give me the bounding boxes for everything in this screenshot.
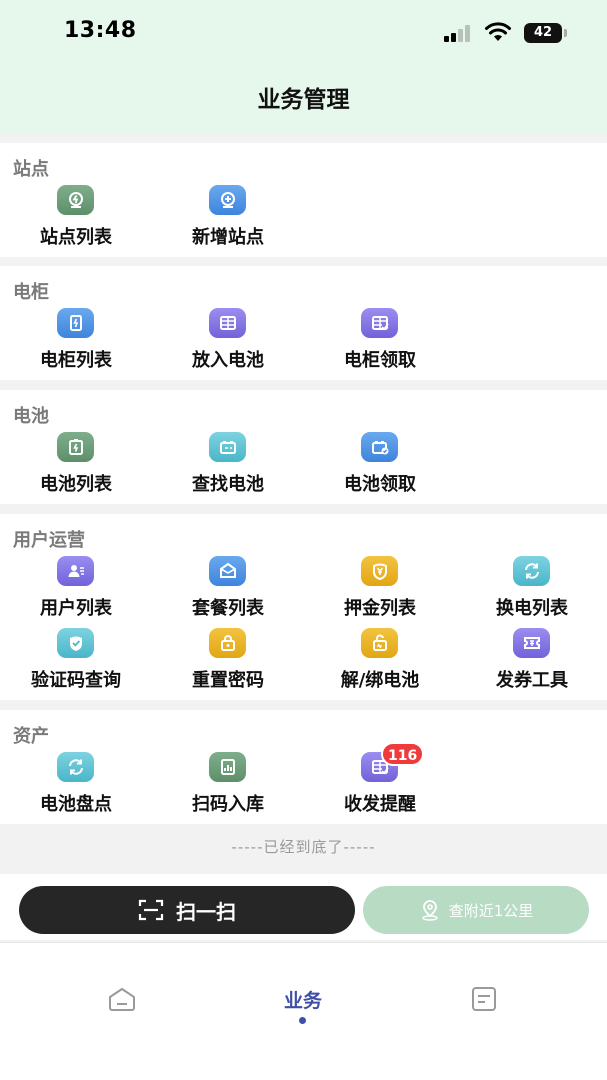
end-of-list-note: -----已经到底了-----	[231, 838, 376, 856]
tab-home[interactable]	[92, 979, 152, 1019]
battery-claim-label: 电池领取	[344, 474, 416, 495]
home-icon	[109, 987, 135, 1011]
swap-list-icon	[513, 556, 550, 586]
action-bar: 扫一扫 查附近1公里	[0, 874, 607, 940]
user-list-button[interactable]: 用户列表	[0, 556, 152, 628]
battery-inventory-icon	[57, 752, 94, 782]
tab-bar: 业务	[0, 942, 607, 1080]
signal-icon	[444, 24, 474, 42]
battery-list-button[interactable]: 电池列表	[0, 432, 152, 504]
station-list-label: 站点列表	[40, 227, 112, 248]
scan-stock-in-label: 扫码入库	[192, 794, 264, 815]
battery-list-icon	[57, 432, 94, 462]
battery-inventory-button[interactable]: 电池盘点	[0, 752, 152, 824]
section-title: 电柜	[13, 282, 49, 303]
user-list-icon	[57, 556, 94, 586]
cabinet-list-button[interactable]: 电柜列表	[0, 308, 152, 380]
scan-button[interactable]: 扫一扫	[19, 886, 355, 934]
cabinet-claim-label: 电柜领取	[344, 350, 416, 371]
coupon-tool-icon	[513, 628, 550, 658]
scan-icon	[138, 899, 164, 921]
section-user-ops: 用户运营 用户列表 套餐列表 押金列表 换电列表 验证码查询 重置密码 解/绑电…	[0, 514, 607, 700]
cabinet-list-label: 电柜列表	[40, 350, 112, 371]
station-list-button[interactable]: 站点列表	[0, 185, 152, 257]
delivery-reminder-label: 收发提醒	[344, 794, 416, 815]
scan-label: 扫一扫	[176, 899, 236, 924]
battery-claim-icon	[361, 432, 398, 462]
bind-battery-label: 解/绑电池	[340, 670, 420, 691]
battery-list-label: 电池列表	[40, 474, 112, 495]
page-title: 业务管理	[257, 87, 350, 113]
add-station-icon	[209, 185, 246, 215]
section-cabinet: 电柜 电柜列表 放入电池 电柜领取	[0, 266, 607, 380]
find-battery-label: 查找电池	[192, 474, 264, 495]
active-tab-indicator	[299, 1017, 306, 1024]
deposit-list-button[interactable]: 押金列表	[304, 556, 456, 628]
nearby-search-label: 查附近1公里	[448, 901, 534, 920]
put-battery-button[interactable]: 放入电池	[152, 308, 304, 380]
tab-business-label: 业务	[283, 989, 322, 1012]
verify-code-icon	[57, 628, 94, 658]
deposit-list-icon	[361, 556, 398, 586]
put-battery-icon	[209, 308, 246, 338]
add-station-button[interactable]: 新增站点	[152, 185, 304, 257]
reset-password-label: 重置密码	[192, 670, 264, 691]
section-station: 站点 站点列表 新增站点	[0, 143, 607, 257]
scan-stock-in-icon	[209, 752, 246, 782]
header: 13:48 42 业务管理	[0, 0, 607, 134]
coupon-tool-label: 发券工具	[496, 670, 568, 691]
find-battery-icon	[209, 432, 246, 462]
package-list-button[interactable]: 套餐列表	[152, 556, 304, 628]
user-list-label: 用户列表	[40, 598, 112, 619]
section-title: 资产	[13, 726, 49, 747]
section-title: 用户运营	[13, 530, 85, 551]
put-battery-label: 放入电池	[192, 350, 264, 371]
nearby-search-button[interactable]: 查附近1公里	[363, 886, 589, 934]
scan-stock-in-button[interactable]: 扫码入库	[152, 752, 304, 824]
section-title: 站点	[13, 159, 49, 180]
tab-business[interactable]: 业务	[273, 979, 333, 1019]
status-bar: 13:48 42	[0, 0, 607, 64]
section-assets: 资产 电池盘点 扫码入库 116 收发提醒	[0, 710, 607, 824]
wifi-icon	[485, 22, 511, 41]
battery-level: 42	[533, 25, 553, 40]
find-battery-button[interactable]: 查找电池	[152, 432, 304, 504]
cabinet-claim-icon	[361, 308, 398, 338]
document-icon	[472, 987, 496, 1011]
notification-badge: 116	[381, 742, 425, 766]
coupon-tool-button[interactable]: 发券工具	[456, 628, 607, 700]
deposit-list-label: 押金列表	[344, 598, 416, 619]
reset-password-icon	[209, 628, 246, 658]
bind-battery-button[interactable]: 解/绑电池	[304, 628, 456, 700]
location-pin-icon	[422, 900, 438, 921]
swap-list-button[interactable]: 换电列表	[456, 556, 607, 628]
battery-inventory-label: 电池盘点	[40, 794, 112, 815]
verify-code-button[interactable]: 验证码查询	[0, 628, 152, 700]
tab-records[interactable]	[454, 979, 514, 1019]
package-list-label: 套餐列表	[192, 598, 264, 619]
package-list-icon	[209, 556, 246, 586]
battery-icon: 42	[524, 23, 567, 43]
cabinet-claim-button[interactable]: 电柜领取	[304, 308, 456, 380]
verify-code-label: 验证码查询	[31, 670, 121, 691]
section-title: 电池	[13, 406, 49, 427]
reset-password-button[interactable]: 重置密码	[152, 628, 304, 700]
cabinet-list-icon	[57, 308, 94, 338]
bind-battery-icon	[361, 628, 398, 658]
add-station-label: 新增站点	[192, 227, 264, 248]
delivery-reminder-button[interactable]: 116 收发提醒	[304, 742, 456, 824]
status-time: 13:48	[64, 18, 137, 43]
battery-claim-button[interactable]: 电池领取	[304, 432, 456, 504]
station-list-icon	[57, 185, 94, 215]
section-battery: 电池 电池列表 查找电池 电池领取	[0, 390, 607, 504]
swap-list-label: 换电列表	[496, 598, 568, 619]
